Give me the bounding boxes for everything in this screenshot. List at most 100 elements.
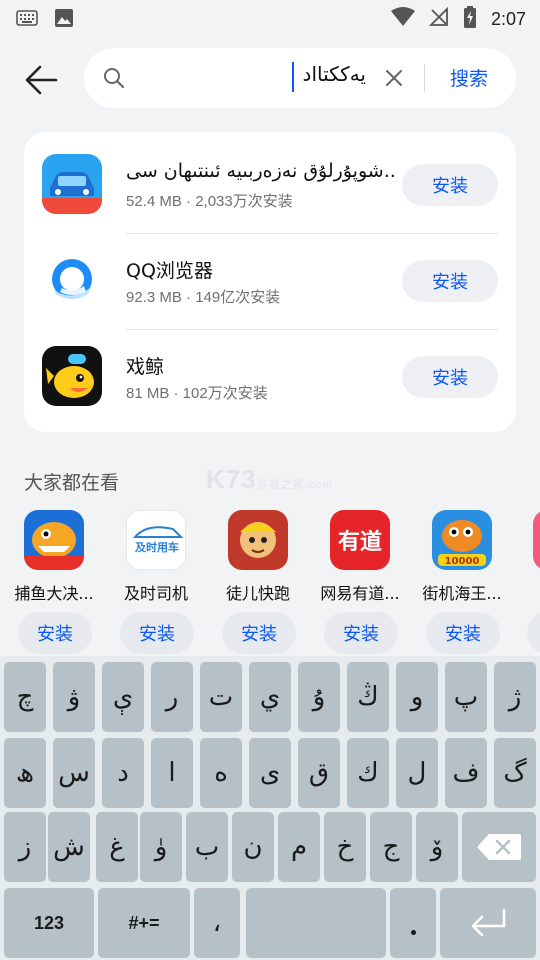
- key[interactable]: چ: [4, 662, 46, 732]
- key[interactable]: ل: [396, 738, 438, 808]
- key[interactable]: ى: [249, 738, 291, 808]
- key[interactable]: ش: [48, 812, 90, 882]
- result-item[interactable]: QQ浏览器 92.3 MB · 149亿次安装 安装: [24, 228, 516, 324]
- search-divider: [424, 64, 425, 92]
- app-name: شوپۇرلۇق نەزەربىيە ئىنتىھان سى..: [126, 160, 396, 182]
- install-button[interactable]: 安装: [402, 164, 498, 206]
- install-button[interactable]: 安: [527, 612, 540, 654]
- key[interactable]: ك: [347, 738, 389, 808]
- app-name: 及时司机: [123, 584, 188, 603]
- qq-browser-icon: [42, 250, 102, 310]
- recommended-app[interactable]: 10000 街机海王... 安装: [411, 508, 513, 658]
- search-input[interactable]: يەككتااد: [303, 62, 366, 86]
- svg-text:有道: 有道: [338, 529, 382, 555]
- wifi-icon: [390, 7, 415, 31]
- key[interactable]: ب: [186, 812, 228, 882]
- keyboard-icon: [16, 10, 38, 30]
- clear-search-button[interactable]: [382, 66, 406, 90]
- key[interactable]: غ: [96, 812, 138, 882]
- app-name: 徒儿快跑: [225, 584, 290, 603]
- backspace-key[interactable]: [462, 812, 536, 882]
- install-button[interactable]: 安装: [18, 612, 92, 654]
- key[interactable]: ق: [298, 738, 340, 808]
- driver-app-icon: 及时用车: [126, 510, 186, 570]
- install-button[interactable]: 安装: [426, 612, 500, 654]
- xijing-whale-icon: [42, 346, 102, 406]
- install-button[interactable]: 安装: [402, 356, 498, 398]
- key[interactable]: م: [278, 812, 320, 882]
- comma-key[interactable]: ،: [194, 888, 240, 958]
- battery-charging-icon: [463, 6, 477, 32]
- search-results-card: شوپۇرلۇق نەزەربىيە ئىنتىھان سى.. 52.4 MB…: [24, 132, 516, 432]
- key[interactable]: ۈ: [140, 812, 182, 882]
- key[interactable]: ۆ: [416, 812, 458, 882]
- enter-key[interactable]: [440, 888, 536, 958]
- install-button[interactable]: 安装: [324, 612, 398, 654]
- app-name: 街机海王...: [422, 584, 502, 603]
- key[interactable]: ڭ: [347, 662, 389, 732]
- backspace-icon: [477, 834, 521, 860]
- install-button[interactable]: 安装: [222, 612, 296, 654]
- recommended-app[interactable]: 有道 网易有道... 安装: [309, 508, 411, 658]
- key[interactable]: ھ: [4, 738, 46, 808]
- recommended-app[interactable]: 安: [513, 508, 540, 658]
- keyboard: چ ۋ ې ر ت ي ۇ ڭ و پ ژ ھ س د ا ە ى ق ك ل …: [0, 656, 540, 960]
- key[interactable]: ن: [232, 812, 274, 882]
- key[interactable]: ت: [200, 662, 242, 732]
- key[interactable]: پ: [445, 662, 487, 732]
- key[interactable]: ف: [445, 738, 487, 808]
- space-key[interactable]: [246, 888, 386, 958]
- status-bar: 2:07: [0, 0, 540, 36]
- back-button[interactable]: [22, 60, 62, 100]
- key[interactable]: ۋ: [53, 662, 95, 732]
- key[interactable]: ا: [151, 738, 193, 808]
- no-signal-icon: [428, 6, 449, 31]
- text-cursor: [292, 62, 294, 92]
- result-item[interactable]: 戏鲸 81 MB · 102万次安装 安装: [24, 324, 516, 420]
- key[interactable]: ز: [4, 812, 46, 882]
- period-key[interactable]: [390, 888, 436, 958]
- key[interactable]: خ: [324, 812, 366, 882]
- key[interactable]: و: [396, 662, 438, 732]
- image-notification-icon: [54, 8, 74, 32]
- key[interactable]: ە: [200, 738, 242, 808]
- result-item[interactable]: شوپۇرلۇق نەزەربىيە ئىنتىھان سى.. 52.4 MB…: [24, 132, 516, 228]
- monkey-king-icon: [228, 510, 288, 570]
- install-button[interactable]: 安装: [120, 612, 194, 654]
- key[interactable]: ج: [370, 812, 412, 882]
- app-name: 网易有道...: [320, 584, 400, 603]
- youdao-icon: 有道: [330, 510, 390, 570]
- search-icon: [102, 66, 126, 90]
- key[interactable]: ۇ: [298, 662, 340, 732]
- key[interactable]: د: [102, 738, 144, 808]
- section-title: 大家都在看: [24, 472, 120, 494]
- recommended-app[interactable]: 及时用车 及时司机 安装: [105, 508, 207, 658]
- symbols-key[interactable]: #+=: [98, 888, 190, 958]
- key[interactable]: ژ: [494, 662, 536, 732]
- period-dot-icon: [410, 929, 416, 935]
- app-name: 捕鱼大决...: [14, 584, 94, 603]
- close-icon: [386, 70, 402, 86]
- search-button[interactable]: 搜索: [450, 64, 488, 91]
- enter-icon: [471, 908, 506, 937]
- fishing-game-icon: [24, 510, 84, 570]
- clock: 2:07: [490, 8, 526, 29]
- search-box[interactable]: يەككتااد 搜索: [84, 48, 516, 108]
- recommended-app[interactable]: 徒儿快跑 安装: [207, 508, 309, 658]
- svg-text:10000: 10000: [445, 556, 480, 567]
- install-button[interactable]: 安装: [402, 260, 498, 302]
- recommended-app[interactable]: 捕鱼大决... 安装: [3, 508, 105, 658]
- app-meta: 92.3 MB · 149亿次安装: [126, 289, 281, 306]
- app-name: QQ浏览器: [126, 260, 213, 282]
- svg-text:及时用车: 及时用车: [135, 540, 179, 554]
- numbers-key[interactable]: 123: [4, 888, 94, 958]
- key[interactable]: گ: [494, 738, 536, 808]
- app-meta: 52.4 MB · 2,033万次安装: [126, 193, 293, 210]
- key[interactable]: ې: [102, 662, 144, 732]
- app-meta: 81 MB · 102万次安装: [126, 385, 268, 402]
- key[interactable]: ي: [249, 662, 291, 732]
- key[interactable]: س: [53, 738, 95, 808]
- car-app-icon: [42, 154, 102, 214]
- partial-app-icon: [533, 510, 540, 570]
- key[interactable]: ر: [151, 662, 193, 732]
